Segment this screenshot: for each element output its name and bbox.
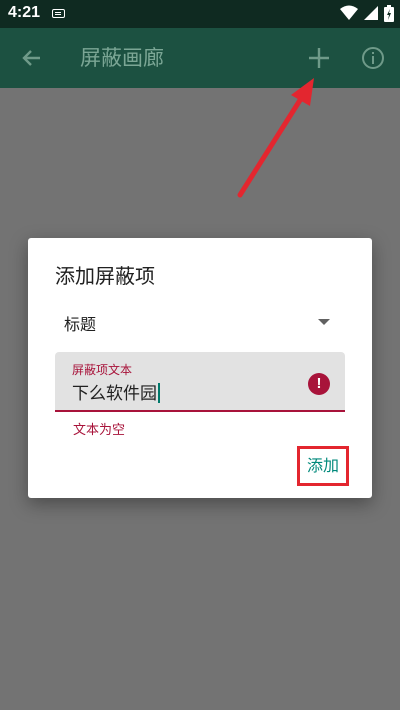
block-text-field[interactable]: 屏蔽项文本 下么软件园 (55, 352, 345, 412)
error-helper-text: 文本为空 (73, 423, 126, 438)
battery-icon (384, 5, 394, 22)
app-bar: 屏蔽画廊 (0, 28, 400, 88)
field-label: 屏蔽项文本 (72, 363, 133, 377)
status-icons (339, 5, 394, 23)
dialog-title: 添加屏蔽项 (55, 264, 155, 288)
add-icon[interactable] (305, 44, 333, 72)
signal-icon (363, 6, 378, 20)
text-cursor (158, 383, 160, 403)
keyboard-icon (52, 9, 65, 18)
error-icon: ! (308, 373, 330, 395)
add-button[interactable]: 添加 (297, 446, 349, 486)
field-value: 下么软件园 (72, 384, 157, 404)
chevron-down-icon (318, 319, 330, 325)
add-block-dialog: 添加屏蔽项 标题 屏蔽项文本 下么软件园 ! 文本为空 添加 (28, 238, 372, 498)
info-icon[interactable] (359, 44, 387, 72)
field-value-wrapper: 下么软件园 (72, 379, 160, 404)
page-title: 屏蔽画廊 (80, 46, 164, 70)
wifi-icon (339, 5, 358, 20)
status-time: 4:21 (8, 4, 41, 21)
back-arrow-icon[interactable] (18, 44, 46, 72)
block-type-dropdown[interactable]: 标题 (64, 308, 330, 336)
dropdown-selected-value: 标题 (64, 315, 97, 334)
status-bar: 4:21 (0, 0, 400, 28)
